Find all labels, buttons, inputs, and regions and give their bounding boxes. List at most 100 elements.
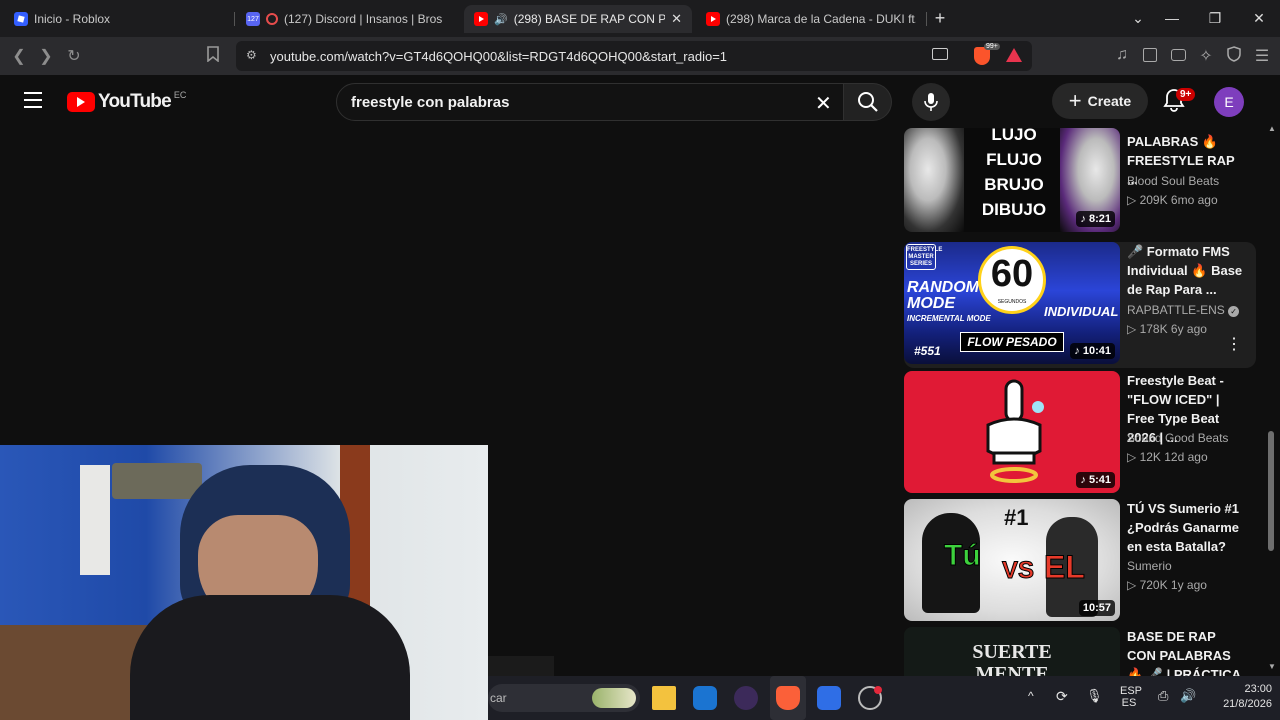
tab-separator [926,12,927,26]
thumb-series-logo: FREESTYLE MASTER SERIES [906,244,942,270]
roblox-taskbar-icon[interactable] [817,686,841,710]
vpn-shield-icon[interactable] [1224,46,1244,67]
scroll-down-arrow-icon[interactable]: ▼ [1268,662,1276,671]
thumb-tu: Tú [944,539,982,573]
clear-search-icon[interactable]: ✕ [815,91,832,116]
video-duration: ♪ 8:21 [1076,211,1115,227]
active-app-highlight [770,676,806,720]
tray-chevron-icon[interactable]: ^ [1028,689,1034,703]
region-code: EC [173,90,187,100]
thumb-random-mode: RANDOM MODE [907,279,979,312]
reload-icon[interactable]: ↻ [64,46,84,66]
maximize-button[interactable]: ❐ [1205,10,1225,27]
thumb-word: LUJO [991,128,1037,144]
thumb-word: DIBUJO [981,200,1047,219]
clock-date: 21/8/2026 [1223,698,1272,710]
verified-icon: ✓ [1228,306,1240,317]
notification-count-badge: 9+ [1176,88,1196,101]
sidebar-icon[interactable] [1140,46,1160,64]
search-button[interactable] [844,83,892,121]
recommendation-item[interactable]: LUJO FLUJO BRUJO DIBUJO ♪ 8:21 PALABRAS … [904,110,1256,232]
more-options-icon[interactable]: ⋮ [1226,334,1242,354]
clock[interactable]: 23:00 21/8/2026 [1210,683,1272,710]
hoodie-image [130,595,410,720]
video-thumbnail[interactable]: ♪ 5:41 [904,371,1120,493]
channel-name[interactable]: Sumerio [1127,559,1172,573]
clock-time: 23:00 [1244,683,1272,695]
back-arrow-icon[interactable]: ❮ [9,46,29,66]
site-settings-icon[interactable]: ⚙ [246,48,257,62]
wallet-icon[interactable] [1168,46,1188,64]
video-duration: ♪ 10:41 [1070,343,1115,359]
new-tab-button[interactable]: + [930,8,950,29]
brave-rewards-icon[interactable] [1006,48,1022,62]
tab-discord[interactable]: 127 (127) Discord | Insanos | Bros [236,5,462,33]
video-title[interactable]: 🎤 Formato FMS Individual 🔥 Base de Rap P… [1127,242,1245,299]
tab-title: (127) Discord | Insanos | Bros [284,12,443,26]
youtube-logo[interactable]: YouTube EC [67,90,187,113]
address-bar[interactable]: ⚙ youtube.com/watch?v=GT4d6QOHQ00&list=R… [236,41,1032,71]
channel-name[interactable]: Blood Soul Beats [1127,174,1219,188]
scrollbar-thumb[interactable] [1268,431,1274,551]
tab-badge: 127 [247,15,259,23]
video-thumbnail[interactable]: #1 Tú VS EL 10:57 [904,499,1120,621]
video-title[interactable]: BASE DE RAP CON PALABRAS 🔥 🎤 | PRÁCTICA … [1127,627,1245,676]
video-thumbnail[interactable]: LUJO FLUJO BRUJO DIBUJO ♪ 8:21 [904,128,1120,232]
tab-list-chevron-icon[interactable]: ⌄ [1128,10,1148,27]
poster-image [80,465,110,575]
thumb-text-top: SUERTE [972,641,1052,663]
thumb-individual: INDIVIDUAL [1044,304,1119,319]
video-thumbnail[interactable]: FREESTYLE MASTER SERIES RANDOM MODE INCR… [904,242,1120,364]
channel-name[interactable]: Sound Good Beats [1127,431,1228,445]
language-indicator[interactable]: ESP ES [1120,685,1143,709]
forward-arrow-icon[interactable]: ❯ [36,46,56,66]
scroll-up-arrow-icon[interactable]: ▲ [1268,124,1276,133]
hamburger-menu-icon[interactable] [24,92,42,108]
tab-duki[interactable]: (298) Marca de la Cadena - DUKI ft. B [696,5,926,33]
minimize-button[interactable]: — [1162,10,1182,26]
recommendation-item[interactable]: SUERTE MENTE BASE DE RAP CON PALABRAS 🔥 … [904,627,1256,676]
language-top: ESP [1120,685,1143,697]
network-icon[interactable]: ⎙ [1158,688,1168,704]
menu-icon[interactable]: ☰ [1252,46,1272,66]
thumb-number: #1 [1004,505,1029,530]
cast-icon[interactable] [932,48,948,60]
leo-ai-icon[interactable]: ✧ [1196,46,1216,66]
video-title[interactable]: TÚ VS Sumerio #1 ¿Podrás Ganarme en esta… [1127,499,1245,556]
youtube-play-icon [67,92,95,112]
thumb-word: BRUJO [984,175,1044,194]
thumb-number: #551 [914,344,941,358]
taskbar-search-placeholder: car [490,691,507,705]
tab-title: Inicio - Roblox [34,12,111,26]
tab-youtube-active[interactable]: 🔊 (298) BASE DE RAP CON PALABRAS ✕ [464,5,692,33]
outlook-icon[interactable] [693,686,717,710]
close-window-button[interactable]: ✕ [1249,10,1269,27]
tab-separator [234,12,235,26]
music-icon[interactable]: ♫ [1112,46,1132,64]
taskbar-search-input[interactable]: car [488,684,640,712]
video-duration: 10:57 [1078,600,1115,616]
file-explorer-icon[interactable] [652,686,676,710]
youtube-icon [706,12,720,26]
video-thumbnail[interactable]: SUERTE MENTE [904,627,1120,676]
recommendation-item[interactable]: ♪ 5:41 Freestyle Beat - "FLOW ICED" | Fr… [904,371,1256,493]
video-duration: ♪ 5:41 [1076,472,1115,488]
skull-image [904,128,964,232]
volume-icon[interactable]: 🔊 [1180,688,1196,704]
tab-title: (298) Marca de la Cadena - DUKI ft. B [726,12,916,26]
close-tab-icon[interactable]: ✕ [671,11,682,27]
recommendation-item[interactable]: #1 Tú VS EL 10:57 TÚ VS Sumerio #1 ¿Podr… [904,499,1256,621]
speaker-icon[interactable]: 🔊 [494,13,508,26]
sync-icon[interactable]: ⟳ [1056,688,1068,705]
recommendation-item[interactable]: FREESTYLE MASTER SERIES RANDOM MODE INCR… [904,242,1256,368]
thumb-incremental: INCREMENTAL MODE [907,314,991,323]
tray-mic-icon[interactable]: 🎙 [1086,688,1103,704]
thumb-vs: VS [1001,557,1035,585]
app-skull-icon[interactable] [734,686,758,710]
url-text: youtube.com/watch?v=GT4d6QOHQ00&list=RDG… [270,49,728,64]
thumb-seconds: 60 [990,253,1034,295]
bookmark-icon[interactable] [203,46,223,67]
search-input[interactable]: freestyle con palabras ✕ [336,83,844,121]
tab-roblox[interactable]: Inicio - Roblox [4,5,232,33]
channel-name[interactable]: RAPBATTLE-ENS ✓ [1127,303,1240,317]
